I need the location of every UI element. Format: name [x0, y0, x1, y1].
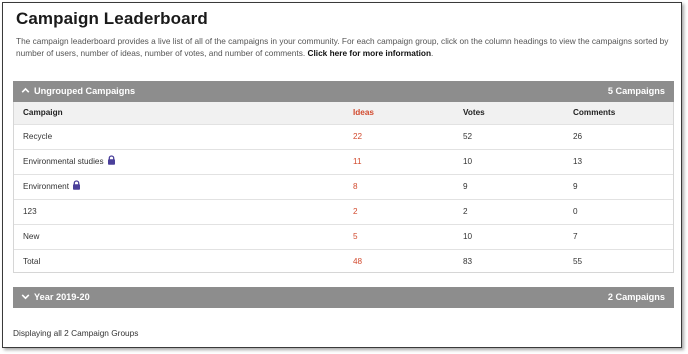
- group-name: Year 2019-20: [34, 292, 90, 302]
- campaign-name: Recycle: [23, 132, 53, 141]
- group-count: 2 Campaigns: [607, 292, 665, 302]
- ideas-count[interactable]: 8: [353, 175, 358, 199]
- comments-count: 9: [573, 182, 578, 191]
- table-row: Recycle 22 52 26: [14, 124, 673, 149]
- campaign-name: Environmental studies: [23, 157, 104, 166]
- chevron-down-icon: [21, 287, 30, 308]
- comments-count: 7: [573, 232, 578, 241]
- votes-count: 10: [463, 232, 473, 241]
- page-title: Campaign Leaderboard: [16, 9, 208, 28]
- table-header: Campaign Ideas Votes Comments: [14, 102, 673, 124]
- ideas-count[interactable]: 11: [353, 150, 362, 174]
- lock-icon: [107, 151, 116, 165]
- description-period: .: [431, 47, 434, 58]
- comments-count: 26: [573, 132, 583, 141]
- campaign-name-cell: Environmental studies: [23, 150, 116, 174]
- chevron-up-icon: [21, 81, 30, 102]
- page-description: The campaign leaderboard provides a live…: [16, 36, 671, 59]
- campaign-name-cell: 123: [23, 200, 37, 224]
- column-header-ideas[interactable]: Ideas: [353, 102, 374, 124]
- campaign-name: Environment: [23, 182, 69, 191]
- lock-icon: [72, 176, 81, 190]
- ideas-count[interactable]: 5: [353, 225, 358, 249]
- table-row: New 5 10 7: [14, 224, 673, 249]
- column-header-comments[interactable]: Comments: [573, 102, 615, 124]
- votes-count: 83: [463, 257, 473, 266]
- table-row: 123 2 2 0: [14, 199, 673, 224]
- comments-count: 13: [573, 157, 583, 166]
- votes-count: 2: [463, 207, 468, 216]
- votes-count: 9: [463, 182, 468, 191]
- ideas-count[interactable]: 2: [353, 200, 358, 224]
- campaign-name: New: [23, 232, 40, 241]
- group-header-year-2019-20[interactable]: Year 2019-20 2 Campaigns: [13, 287, 674, 308]
- ideas-count[interactable]: 22: [353, 125, 362, 149]
- group-header-ungrouped[interactable]: Ungrouped Campaigns 5 Campaigns: [13, 81, 674, 102]
- table-row: Environment 8 9 9: [14, 174, 673, 199]
- comments-count: 0: [573, 207, 578, 216]
- comments-count: 55: [573, 257, 583, 266]
- votes-count: 10: [463, 157, 473, 166]
- campaign-name: Total: [23, 257, 41, 266]
- ideas-count[interactable]: 48: [353, 250, 362, 274]
- campaign-name-cell: Recycle: [23, 125, 52, 149]
- group-count: 5 Campaigns: [607, 86, 665, 96]
- group-name: Ungrouped Campaigns: [34, 86, 136, 96]
- campaign-table: Campaign Ideas Votes Comments Recycle 22 5…: [13, 102, 674, 273]
- footer-status: Displaying all 2 Campaign Groups: [13, 328, 139, 338]
- campaign-name-cell: Total: [23, 250, 40, 274]
- campaign-name: 123: [23, 207, 37, 216]
- column-header-votes[interactable]: Votes: [463, 102, 485, 124]
- more-info-link[interactable]: Click here for more information: [307, 48, 431, 58]
- table-total-row: Total 48 83 55: [14, 249, 673, 274]
- campaign-name-cell: New: [23, 225, 39, 249]
- column-header-campaign[interactable]: Campaign: [23, 102, 63, 124]
- table-row: Environmental studies 11 10 13: [14, 149, 673, 174]
- votes-count: 52: [463, 132, 473, 141]
- campaign-name-cell: Environment: [23, 175, 81, 199]
